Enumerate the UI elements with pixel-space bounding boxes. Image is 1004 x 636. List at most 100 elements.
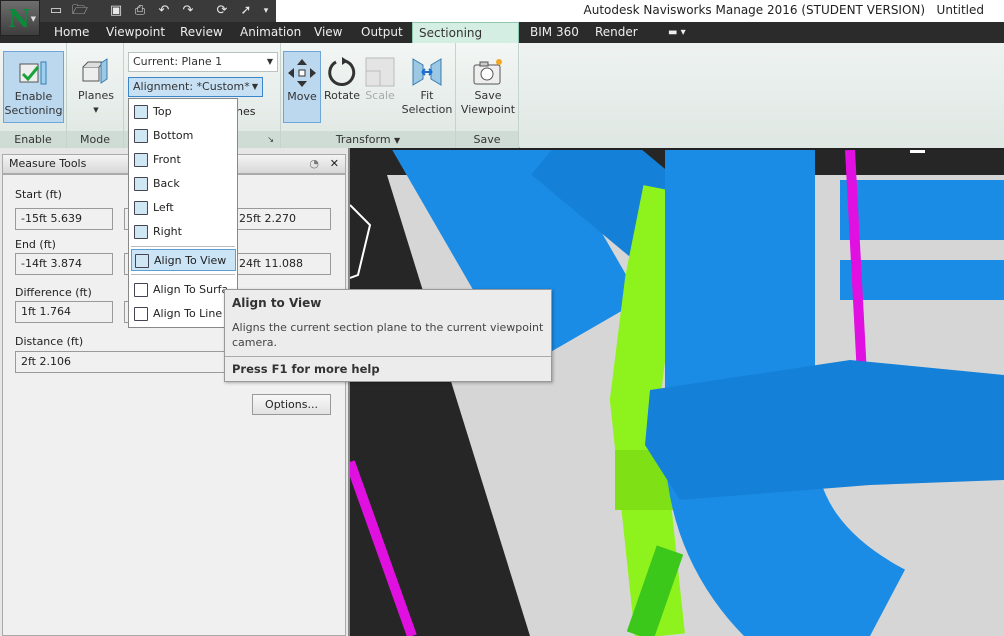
menu-separator [131, 246, 235, 247]
open-icon[interactable]: 🗁 [72, 3, 88, 19]
new-icon[interactable]: ▭ [48, 3, 64, 19]
tooltip-divider [225, 356, 551, 357]
print-icon[interactable]: ⎙ [132, 3, 148, 19]
quick-access-toolbar: ▭ 🗁 ▣ ⎙ ↶ ↷ ⟳ ➚ ▾ [0, 0, 276, 22]
dialog-launcher-icon[interactable]: ↘ [267, 131, 274, 148]
save-viewpoint-button[interactable]: Save Viewpoint [459, 51, 517, 117]
menu-label: Right [153, 225, 182, 238]
app-title: Autodesk Navisworks Manage 2016 (STUDENT… [583, 3, 926, 17]
start-z-field[interactable]: 25ft 2.270 [233, 208, 331, 230]
scale-button: Scale [362, 51, 398, 103]
camera-icon [459, 55, 517, 89]
menu-label: Top [153, 105, 172, 118]
save-viewpoint-label: Save Viewpoint [460, 89, 516, 116]
options-button[interactable]: Options... [252, 394, 331, 415]
ribbon-options-icon[interactable]: ▬ ▾ [662, 22, 692, 43]
panel-label-transform[interactable]: Transform ▼ [281, 131, 455, 148]
ribbon-empty-area [520, 43, 1004, 148]
tooltip: Align to View Aligns the current section… [224, 289, 552, 382]
back-view-icon [134, 177, 148, 191]
alignment-dropdown[interactable]: Alignment: *Custom* ▼ [128, 77, 263, 97]
end-label: End (ft) [15, 238, 56, 251]
refresh-icon[interactable]: ⟳ [214, 3, 230, 19]
tab-output[interactable]: Output [355, 22, 409, 43]
panel-transform: Move Rotate Scale Fit Selection Transfor… [281, 43, 456, 148]
menu-item-back[interactable]: Back [131, 173, 236, 195]
alignment-value: Alignment: *Custom* [133, 80, 250, 93]
application-menu-button[interactable]: N ▼ [0, 0, 40, 36]
tab-sectioning-tools[interactable]: Sectioning Tools [412, 22, 519, 61]
right-view-icon [134, 225, 148, 239]
rotate-label: Rotate [324, 89, 361, 102]
menu-separator [131, 274, 235, 275]
distance-label: Distance (ft) [15, 335, 84, 348]
chevron-down-icon: ▼ [30, 15, 36, 23]
select-icon[interactable]: ➚ [238, 3, 254, 19]
panel-label-enable: Enable [0, 131, 66, 148]
front-view-icon [134, 153, 148, 167]
alignment-menu: Top Bottom Front Back Left Right Align T… [128, 98, 238, 328]
menu-label: Bottom [153, 129, 194, 142]
menu-item-right[interactable]: Right [131, 221, 236, 243]
difference-x-field[interactable]: 1ft 1.764 [15, 301, 113, 323]
tooltip-description: Aligns the current section plane to the … [232, 321, 544, 349]
undo-icon[interactable]: ↶ [156, 3, 172, 19]
align-to-line-icon [134, 307, 148, 321]
chevron-down-icon: ▼ [266, 57, 273, 66]
transform-label: Transform [335, 133, 391, 146]
panel-label-mode: Mode [67, 131, 123, 148]
move-icon [284, 56, 320, 90]
tab-render[interactable]: Render [589, 22, 644, 43]
tab-animation[interactable]: Animation [234, 22, 307, 43]
chevron-down-icon: ▼ [93, 106, 99, 114]
menu-label: Align To Line [153, 307, 223, 320]
difference-label: Difference (ft) [15, 286, 92, 299]
current-plane-dropdown[interactable]: Current: Plane 1 ▼ [128, 52, 278, 72]
tooltip-title: Align to View [232, 296, 322, 310]
tooltip-help: Press F1 for more help [232, 362, 380, 376]
customize-icon[interactable]: ▾ [258, 3, 274, 19]
fit-selection-label: Fit Selection [401, 89, 453, 116]
rotate-button[interactable]: Rotate [324, 51, 360, 103]
menu-item-align-to-line[interactable]: Align To Line [131, 303, 236, 325]
pin-icon[interactable]: ◔ [309, 155, 319, 173]
tab-view[interactable]: View [308, 22, 348, 43]
move-label: Move [287, 90, 317, 103]
menu-label: Back [153, 177, 180, 190]
end-z-field[interactable]: 24ft 11.088 [233, 253, 331, 275]
menu-item-left[interactable]: Left [131, 197, 236, 219]
bottom-view-icon [134, 129, 148, 143]
menu-label: Front [153, 153, 181, 166]
panel-label-save: Save [456, 131, 518, 148]
document-title: Untitled [936, 3, 984, 17]
left-view-icon [134, 201, 148, 215]
menu-item-front[interactable]: Front [131, 149, 236, 171]
end-x-field[interactable]: -14ft 3.874 [15, 253, 113, 275]
enable-sectioning-icon [4, 56, 63, 90]
tab-review[interactable]: Review [174, 22, 229, 43]
menu-item-align-to-view[interactable]: Align To View [131, 249, 236, 271]
menu-item-bottom[interactable]: Bottom [131, 125, 236, 147]
enable-sectioning-button[interactable]: Enable Sectioning [3, 51, 64, 123]
close-icon[interactable]: ✕ [330, 155, 339, 173]
move-button[interactable]: Move [283, 51, 321, 123]
fit-selection-button[interactable]: Fit Selection [401, 51, 453, 117]
tab-bim-360[interactable]: BIM 360 [524, 22, 585, 43]
menu-item-top[interactable]: Top [131, 101, 236, 123]
tab-viewpoint[interactable]: Viewpoint [100, 22, 171, 43]
start-x-field[interactable]: -15ft 5.639 [15, 208, 113, 230]
redo-icon[interactable]: ↷ [180, 3, 196, 19]
save-icon[interactable]: ▣ [108, 3, 124, 19]
measure-tools-title: Measure Tools [9, 157, 87, 170]
menu-label: Left [153, 201, 174, 214]
planes-button[interactable]: Planes ▼ [73, 51, 119, 117]
enable-sectioning-label: Enable Sectioning [4, 90, 63, 117]
fit-selection-icon [401, 55, 453, 89]
planes-label: Planes [78, 89, 114, 102]
title-bar: Autodesk Navisworks Manage 2016 (STUDENT… [276, 0, 1004, 22]
menu-item-align-to-surface[interactable]: Align To Surface [131, 279, 227, 301]
start-label: Start (ft) [15, 188, 62, 201]
panel-save: Save Viewpoint Save [456, 43, 519, 148]
tab-home[interactable]: Home [48, 22, 95, 43]
3d-viewport[interactable] [350, 150, 1004, 636]
